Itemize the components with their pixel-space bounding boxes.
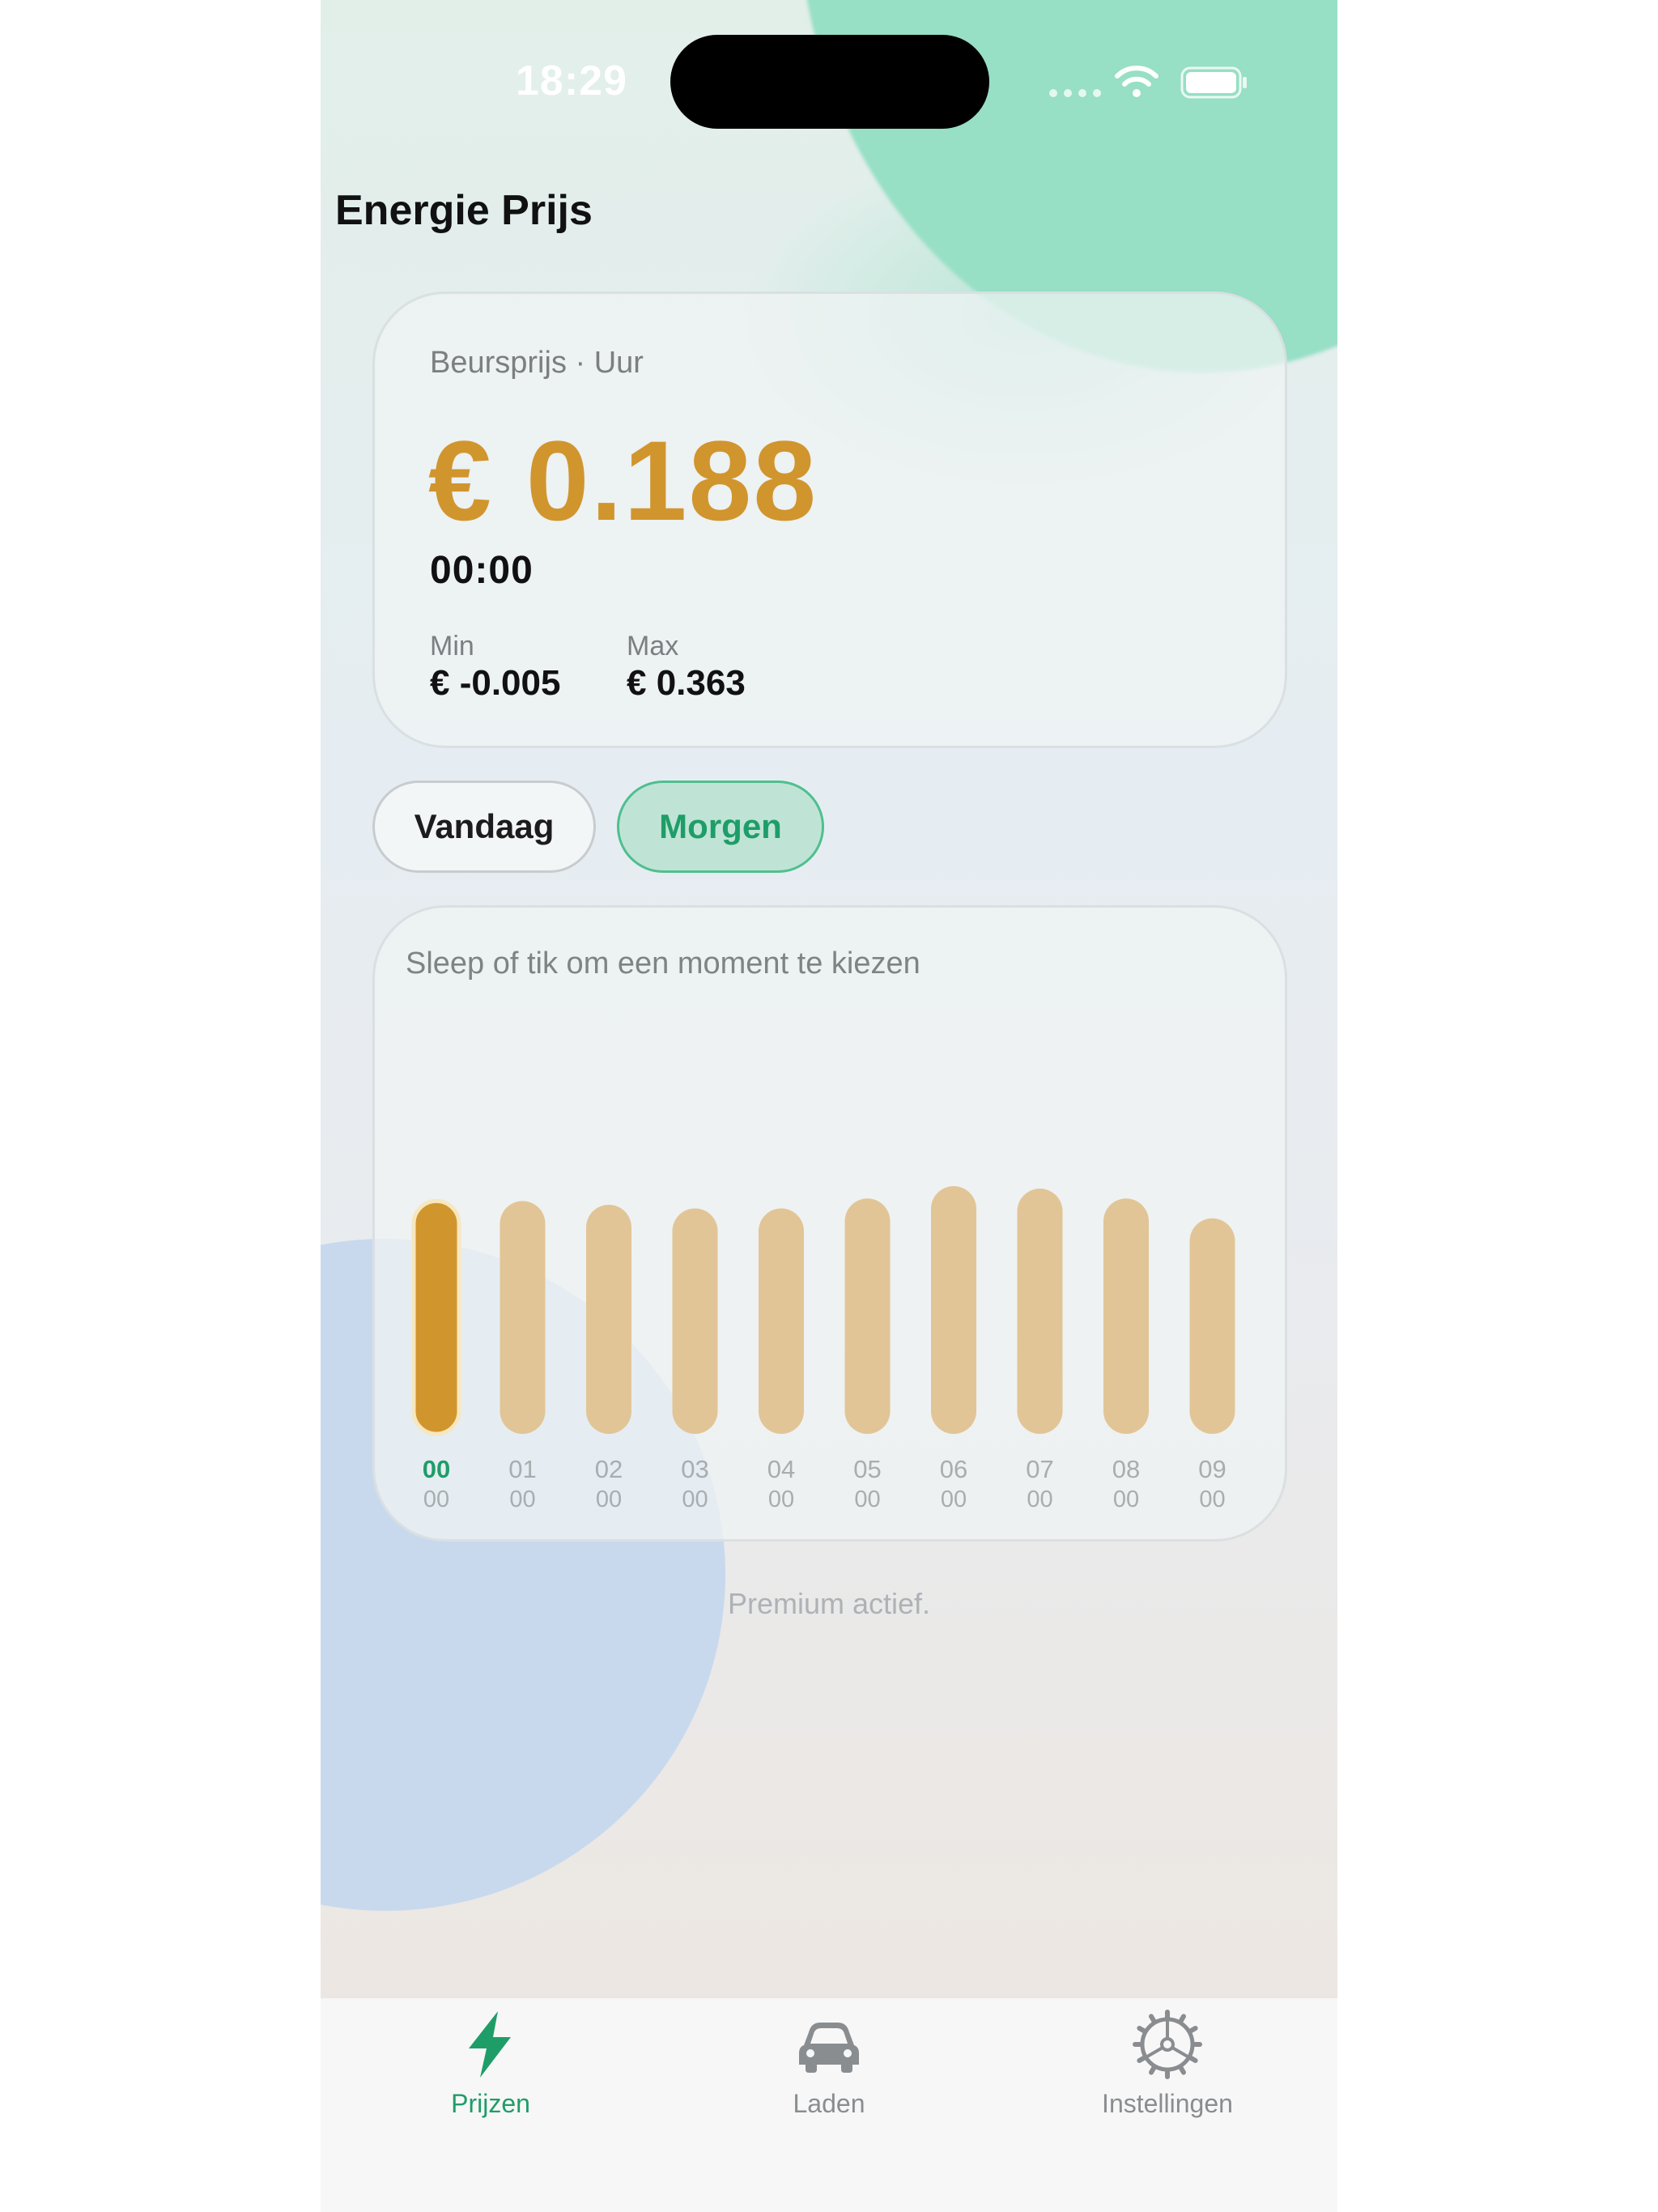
chart-hour-label: 08 <box>1112 1455 1140 1483</box>
chart-minute-label: 00 <box>509 1487 535 1512</box>
tab-instellingen[interactable]: Instellingen <box>1046 1998 1289 2160</box>
chart-minute-label: 00 <box>1027 1487 1052 1512</box>
chart-hour-label: 07 <box>1026 1455 1053 1483</box>
chart-hour-label: 03 <box>681 1455 708 1483</box>
chart-minute-label: 00 <box>1113 1487 1139 1512</box>
chart-hour-label: 05 <box>853 1455 881 1483</box>
chart-minute-label: 00 <box>423 1487 449 1512</box>
chart-bar-05[interactable] <box>844 1198 891 1434</box>
battery-icon <box>1180 66 1247 99</box>
chart-hour-label: 01 <box>508 1455 536 1483</box>
chart-minute-label: 00 <box>768 1487 794 1512</box>
price-card-label: Beursprijs · Uur <box>430 346 644 380</box>
tab-bar: Prijzen Laden Instellingen <box>321 1998 1337 2212</box>
chart-minute-label: 00 <box>854 1487 880 1512</box>
chart-bar-06[interactable] <box>931 1186 976 1434</box>
premium-status: Premium actief. <box>727 1587 931 1620</box>
min-label: Min <box>430 631 474 661</box>
chart-bar-09[interactable] <box>1189 1218 1235 1434</box>
car-icon <box>799 2023 859 2073</box>
status-bar: 18:29 <box>321 0 1337 162</box>
tab-prijzen-label: Prijzen <box>451 2089 530 2118</box>
chart-hour-label: 04 <box>767 1455 795 1483</box>
chart-bar-01[interactable] <box>500 1201 546 1434</box>
chart-bar-07[interactable] <box>1017 1189 1063 1434</box>
page-title: Energie Prijs <box>335 187 593 234</box>
max-value: € 0.363 <box>627 663 746 703</box>
tab-laden-label: Laden <box>793 2089 865 2118</box>
min-value: € -0.005 <box>430 663 561 703</box>
signal-dots-icon <box>1049 89 1101 97</box>
lightning-icon <box>469 2011 511 2078</box>
chart-hour-label: 00 <box>423 1455 450 1483</box>
tab-instellingen-label: Instellingen <box>1102 2089 1233 2118</box>
wifi-icon <box>1115 66 1158 97</box>
chart-minute-label: 00 <box>1199 1487 1225 1512</box>
chart-hour-label: 09 <box>1198 1455 1226 1483</box>
chart-minute-label: 00 <box>941 1487 967 1512</box>
chart-bar-02[interactable] <box>586 1204 631 1434</box>
current-price: € 0.188 <box>428 417 818 544</box>
chart-bar-03[interactable] <box>672 1208 718 1434</box>
tab-laden[interactable]: Laden <box>708 1998 950 2160</box>
chart-minute-label: 00 <box>682 1487 708 1512</box>
tab-prijzen[interactable]: Prijzen <box>369 1998 612 2160</box>
gear-icon <box>1133 2010 1202 2079</box>
tab-today-button[interactable]: Vandaag <box>372 781 596 873</box>
chart-minute-label: 00 <box>596 1487 622 1512</box>
tab-tomorrow-button[interactable]: Morgen <box>617 781 824 873</box>
chart-hour-label: 02 <box>595 1455 623 1483</box>
chart-hour-label: 06 <box>940 1455 967 1483</box>
app-screen: 18:29 Energie Prijs Beursprijs · Uur € 0… <box>321 0 1337 2212</box>
chart-bar-08[interactable] <box>1103 1198 1149 1434</box>
max-label: Max <box>627 631 679 661</box>
price-card: Beursprijs · Uur € 0.188 00:00 Min € -0.… <box>372 291 1287 748</box>
dynamic-island <box>670 35 989 129</box>
price-chart-card[interactable]: Sleep of tik om een moment te kiezen 00 0… <box>372 905 1287 1542</box>
price-time: 00:00 <box>430 549 534 592</box>
chart-bar-00[interactable] <box>411 1198 461 1436</box>
status-time: 18:29 <box>516 57 627 104</box>
chart-bar-04[interactable] <box>759 1208 804 1434</box>
price-bar-chart[interactable]: 00 00 01 00 02 00 03 00 04 00 05 00 06 00 07 00 08 00 09 00 <box>375 908 1285 1539</box>
